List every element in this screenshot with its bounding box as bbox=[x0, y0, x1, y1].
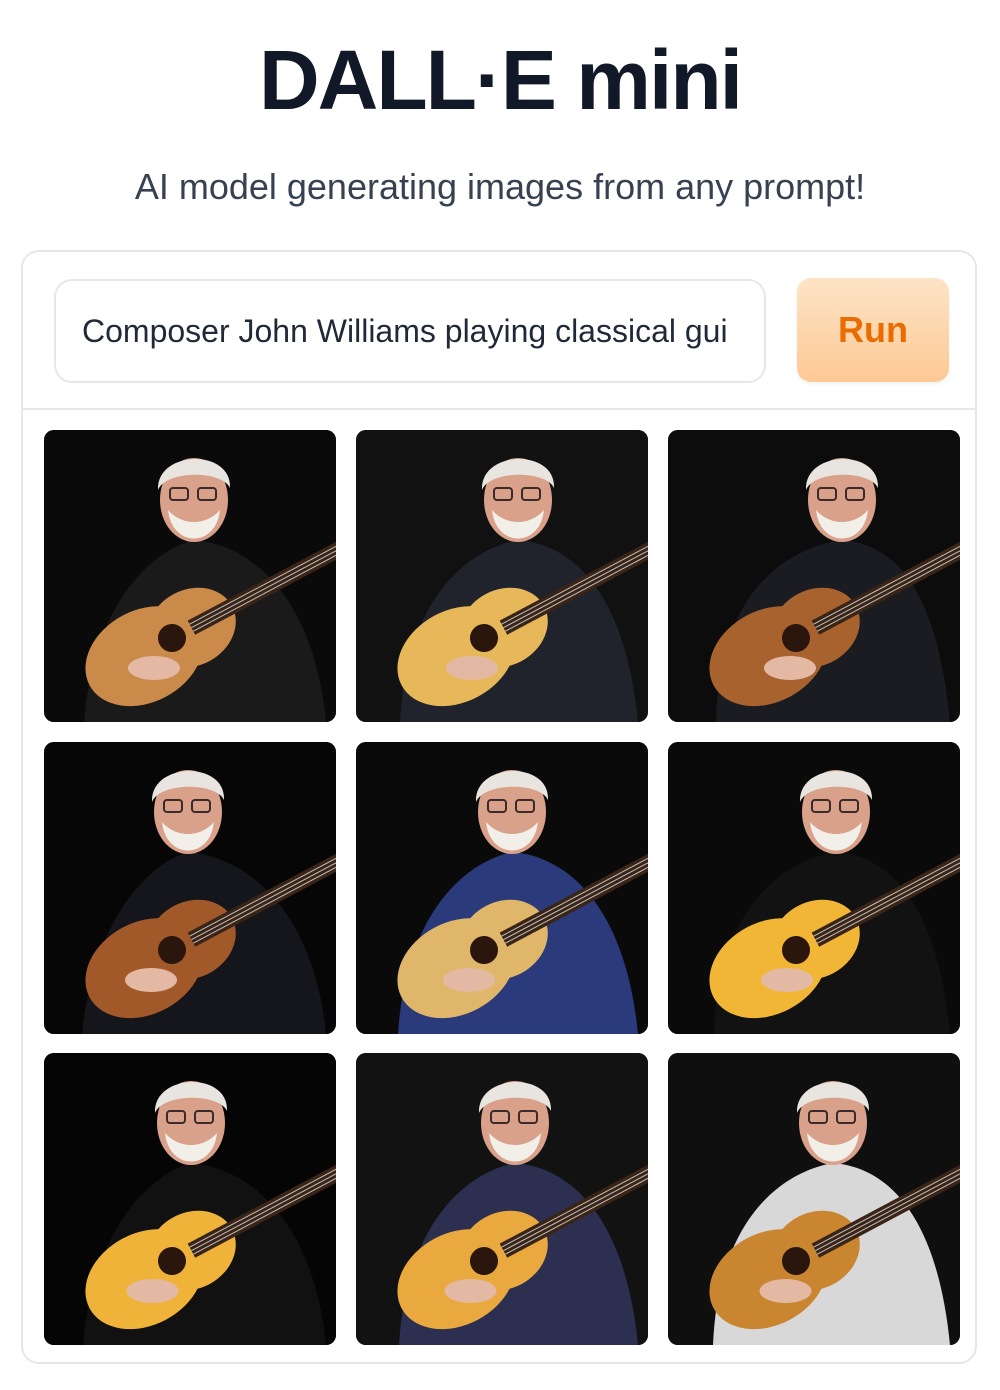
guitarist-illustration bbox=[356, 742, 648, 1034]
generated-image[interactable] bbox=[44, 430, 336, 722]
generated-image[interactable] bbox=[356, 430, 648, 722]
generated-image[interactable] bbox=[668, 430, 960, 722]
run-button[interactable]: Run bbox=[797, 278, 949, 382]
guitarist-illustration bbox=[668, 1053, 960, 1345]
generated-image[interactable] bbox=[44, 1053, 336, 1345]
generated-image[interactable] bbox=[356, 1053, 648, 1345]
guitarist-illustration bbox=[44, 1053, 336, 1345]
page-subtitle: AI model generating images from any prom… bbox=[134, 166, 866, 207]
page-title: DALL·E mini bbox=[259, 33, 743, 127]
prompt-bar: Run bbox=[23, 252, 975, 410]
prompt-input[interactable] bbox=[54, 279, 766, 383]
generated-image[interactable] bbox=[668, 1053, 960, 1345]
generated-image[interactable] bbox=[44, 742, 336, 1034]
guitarist-illustration bbox=[44, 430, 336, 722]
guitarist-illustration bbox=[668, 430, 960, 722]
generated-image[interactable] bbox=[356, 742, 648, 1034]
generated-image[interactable] bbox=[668, 742, 960, 1034]
guitarist-illustration bbox=[356, 430, 648, 722]
guitarist-illustration bbox=[668, 742, 960, 1034]
guitarist-illustration bbox=[44, 742, 336, 1034]
generator-card: Run bbox=[21, 250, 977, 1364]
guitarist-illustration bbox=[356, 1053, 648, 1345]
